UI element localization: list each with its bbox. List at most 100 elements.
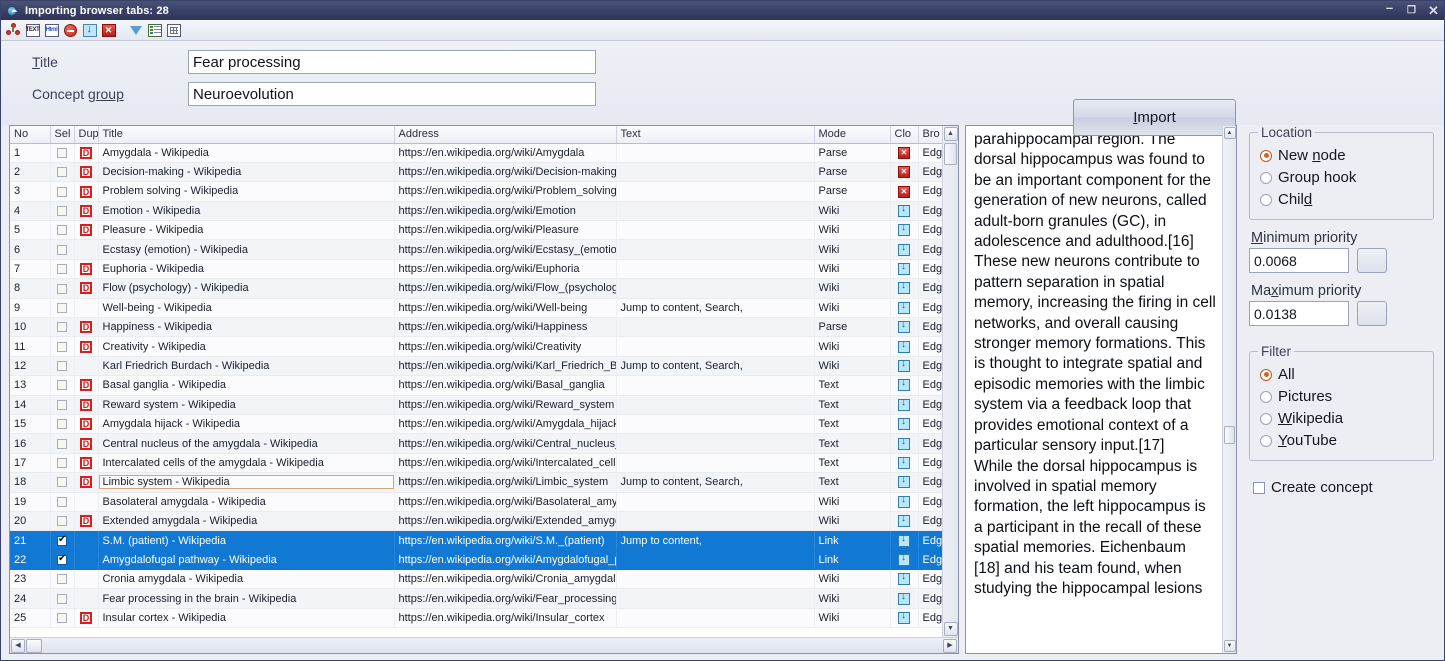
- cell-select-checkbox[interactable]: [50, 143, 74, 162]
- wiki-tab-icon[interactable]: [898, 418, 910, 430]
- wiki-tab-icon[interactable]: [898, 573, 910, 585]
- wiki-tab-icon[interactable]: [898, 554, 910, 566]
- column-header-clo[interactable]: Clo: [890, 126, 918, 143]
- cell-close[interactable]: [890, 298, 918, 317]
- row-select-checkbox[interactable]: [57, 361, 67, 371]
- cell-address[interactable]: https://en.wikipedia.org/wiki/Insular_co…: [394, 608, 616, 627]
- row-select-checkbox[interactable]: [57, 477, 67, 487]
- cell-select-checkbox[interactable]: [50, 550, 74, 569]
- cell-mode[interactable]: Text: [814, 414, 890, 433]
- cell-close[interactable]: [890, 221, 918, 240]
- cell-select-checkbox[interactable]: [50, 608, 74, 627]
- wiki-tab-icon[interactable]: [898, 612, 910, 624]
- table-row[interactable]: 5DPleasure - Wikipediahttps://en.wikiped…: [10, 221, 942, 240]
- title-input[interactable]: [188, 50, 596, 74]
- wiki-tab-icon[interactable]: [898, 399, 910, 411]
- radio-filter-pictures-indicator[interactable]: [1260, 391, 1272, 403]
- text-document-button[interactable]: TEXT: [24, 22, 41, 39]
- cell-select-checkbox[interactable]: [50, 473, 74, 492]
- scroll-left-icon[interactable]: ◀: [11, 639, 25, 653]
- tabs-horizontal-scrollbar[interactable]: ◀ ▶: [10, 637, 958, 653]
- cell-address[interactable]: https://en.wikipedia.org/wiki/Amygdala_h…: [394, 414, 616, 433]
- cell-close[interactable]: [890, 434, 918, 453]
- cell-mode[interactable]: Wiki: [814, 259, 890, 278]
- cell-title[interactable]: Well-being - Wikipedia: [98, 298, 394, 317]
- row-select-checkbox[interactable]: [57, 419, 67, 429]
- cell-address[interactable]: https://en.wikipedia.org/wiki/Problem_so…: [394, 182, 616, 201]
- cell-text[interactable]: [616, 162, 814, 181]
- wiki-tab-icon[interactable]: [898, 457, 910, 469]
- cell-mode[interactable]: Wiki: [814, 570, 890, 589]
- cell-close[interactable]: [890, 356, 918, 375]
- cell-close[interactable]: [890, 395, 918, 414]
- cell-title[interactable]: Extended amygdala - Wikipedia: [98, 511, 394, 530]
- text-vertical-scrollbar[interactable]: ▲ ▼: [1222, 126, 1236, 653]
- concept-nodes-button[interactable]: [5, 22, 22, 39]
- cell-text[interactable]: [616, 550, 814, 569]
- row-select-checkbox[interactable]: [57, 342, 67, 352]
- cell-title[interactable]: Fear processing in the brain - Wikipedia: [98, 589, 394, 608]
- row-select-checkbox[interactable]: [57, 187, 67, 197]
- wiki-tab-icon[interactable]: [898, 593, 910, 605]
- cell-title[interactable]: Amygdala hijack - Wikipedia: [98, 414, 394, 433]
- row-select-checkbox[interactable]: [57, 400, 67, 410]
- cell-address[interactable]: https://en.wikipedia.org/wiki/Decision-m…: [394, 162, 616, 181]
- cell-close[interactable]: [890, 318, 918, 337]
- cell-close[interactable]: [890, 589, 918, 608]
- cell-select-checkbox[interactable]: [50, 376, 74, 395]
- table-row[interactable]: 9Well-being - Wikipediahttps://en.wikipe…: [10, 298, 942, 317]
- cell-select-checkbox[interactable]: [50, 511, 74, 530]
- cell-address[interactable]: https://en.wikipedia.org/wiki/Cronia_amy…: [394, 570, 616, 589]
- cell-title[interactable]: Insular cortex - Wikipedia: [98, 608, 394, 627]
- cell-close[interactable]: [890, 376, 918, 395]
- close-tabs-button[interactable]: ✕: [100, 22, 117, 39]
- radio-filter-youtube-indicator[interactable]: [1260, 435, 1272, 447]
- table-row[interactable]: 4DEmotion - Wikipediahttps://en.wikipedi…: [10, 201, 942, 220]
- cell-mode[interactable]: Wiki: [814, 279, 890, 298]
- radio-filter-all[interactable]: All: [1260, 366, 1425, 383]
- radio-new-node-indicator[interactable]: [1260, 150, 1272, 162]
- cell-title[interactable]: Karl Friedrich Burdach - Wikipedia: [98, 356, 394, 375]
- cell-title[interactable]: Pleasure - Wikipedia: [98, 221, 394, 240]
- cell-mode[interactable]: Parse: [814, 318, 890, 337]
- wiki-tab-icon[interactable]: [898, 282, 910, 294]
- cell-address[interactable]: https://en.wikipedia.org/wiki/Well-being: [394, 298, 616, 317]
- cell-text[interactable]: [616, 337, 814, 356]
- cell-text[interactable]: [616, 318, 814, 337]
- table-row[interactable]: 1DAmygdala - Wikipediahttps://en.wikiped…: [10, 143, 942, 162]
- row-select-checkbox[interactable]: [57, 594, 67, 604]
- cell-mode[interactable]: Text: [814, 434, 890, 453]
- cell-title[interactable]: Emotion - Wikipedia: [98, 201, 394, 220]
- wiki-tab-icon[interactable]: [898, 438, 910, 450]
- cell-close[interactable]: [890, 453, 918, 472]
- cell-address[interactable]: https://en.wikipedia.org/wiki/Emotion: [394, 201, 616, 220]
- cell-select-checkbox[interactable]: [50, 414, 74, 433]
- cell-select-checkbox[interactable]: [50, 434, 74, 453]
- create-concept-row[interactable]: Create concept: [1253, 479, 1434, 496]
- column-header-bro[interactable]: Bro: [918, 126, 942, 143]
- import-tabs-button[interactable]: [81, 22, 98, 39]
- cell-close[interactable]: ✕: [890, 162, 918, 181]
- radio-child[interactable]: Child: [1260, 191, 1425, 208]
- table-row[interactable]: 7DEuphoria - Wikipediahttps://en.wikiped…: [10, 259, 942, 278]
- table-row[interactable]: 25DInsular cortex - Wikipediahttps://en.…: [10, 608, 942, 627]
- max-priority-input[interactable]: [1249, 301, 1349, 326]
- table-row[interactable]: 23Cronia amygdala - Wikipediahttps://en.…: [10, 570, 942, 589]
- cell-title[interactable]: Euphoria - Wikipedia: [98, 259, 394, 278]
- create-concept-checkbox[interactable]: [1253, 482, 1265, 494]
- grid-view-button[interactable]: [165, 22, 182, 39]
- cell-close[interactable]: [890, 414, 918, 433]
- cell-mode[interactable]: Wiki: [814, 589, 890, 608]
- cell-mode[interactable]: Text: [814, 453, 890, 472]
- table-row[interactable]: 22Amygdalofugal pathway - Wikipediahttps…: [10, 550, 942, 569]
- table-row[interactable]: 17DIntercalated cells of the amygdala - …: [10, 453, 942, 472]
- cell-select-checkbox[interactable]: [50, 259, 74, 278]
- table-row[interactable]: 6Ecstasy (emotion) - Wikipediahttps://en…: [10, 240, 942, 259]
- list-view-button[interactable]: [146, 22, 163, 39]
- wiki-tab-icon[interactable]: [898, 360, 910, 372]
- row-select-checkbox[interactable]: [57, 225, 67, 235]
- cell-select-checkbox[interactable]: [50, 279, 74, 298]
- cell-text[interactable]: Jump to content, Search,: [616, 356, 814, 375]
- cell-title[interactable]: Decision-making - Wikipedia: [98, 162, 394, 181]
- cell-address[interactable]: https://en.wikipedia.org/wiki/Happiness: [394, 318, 616, 337]
